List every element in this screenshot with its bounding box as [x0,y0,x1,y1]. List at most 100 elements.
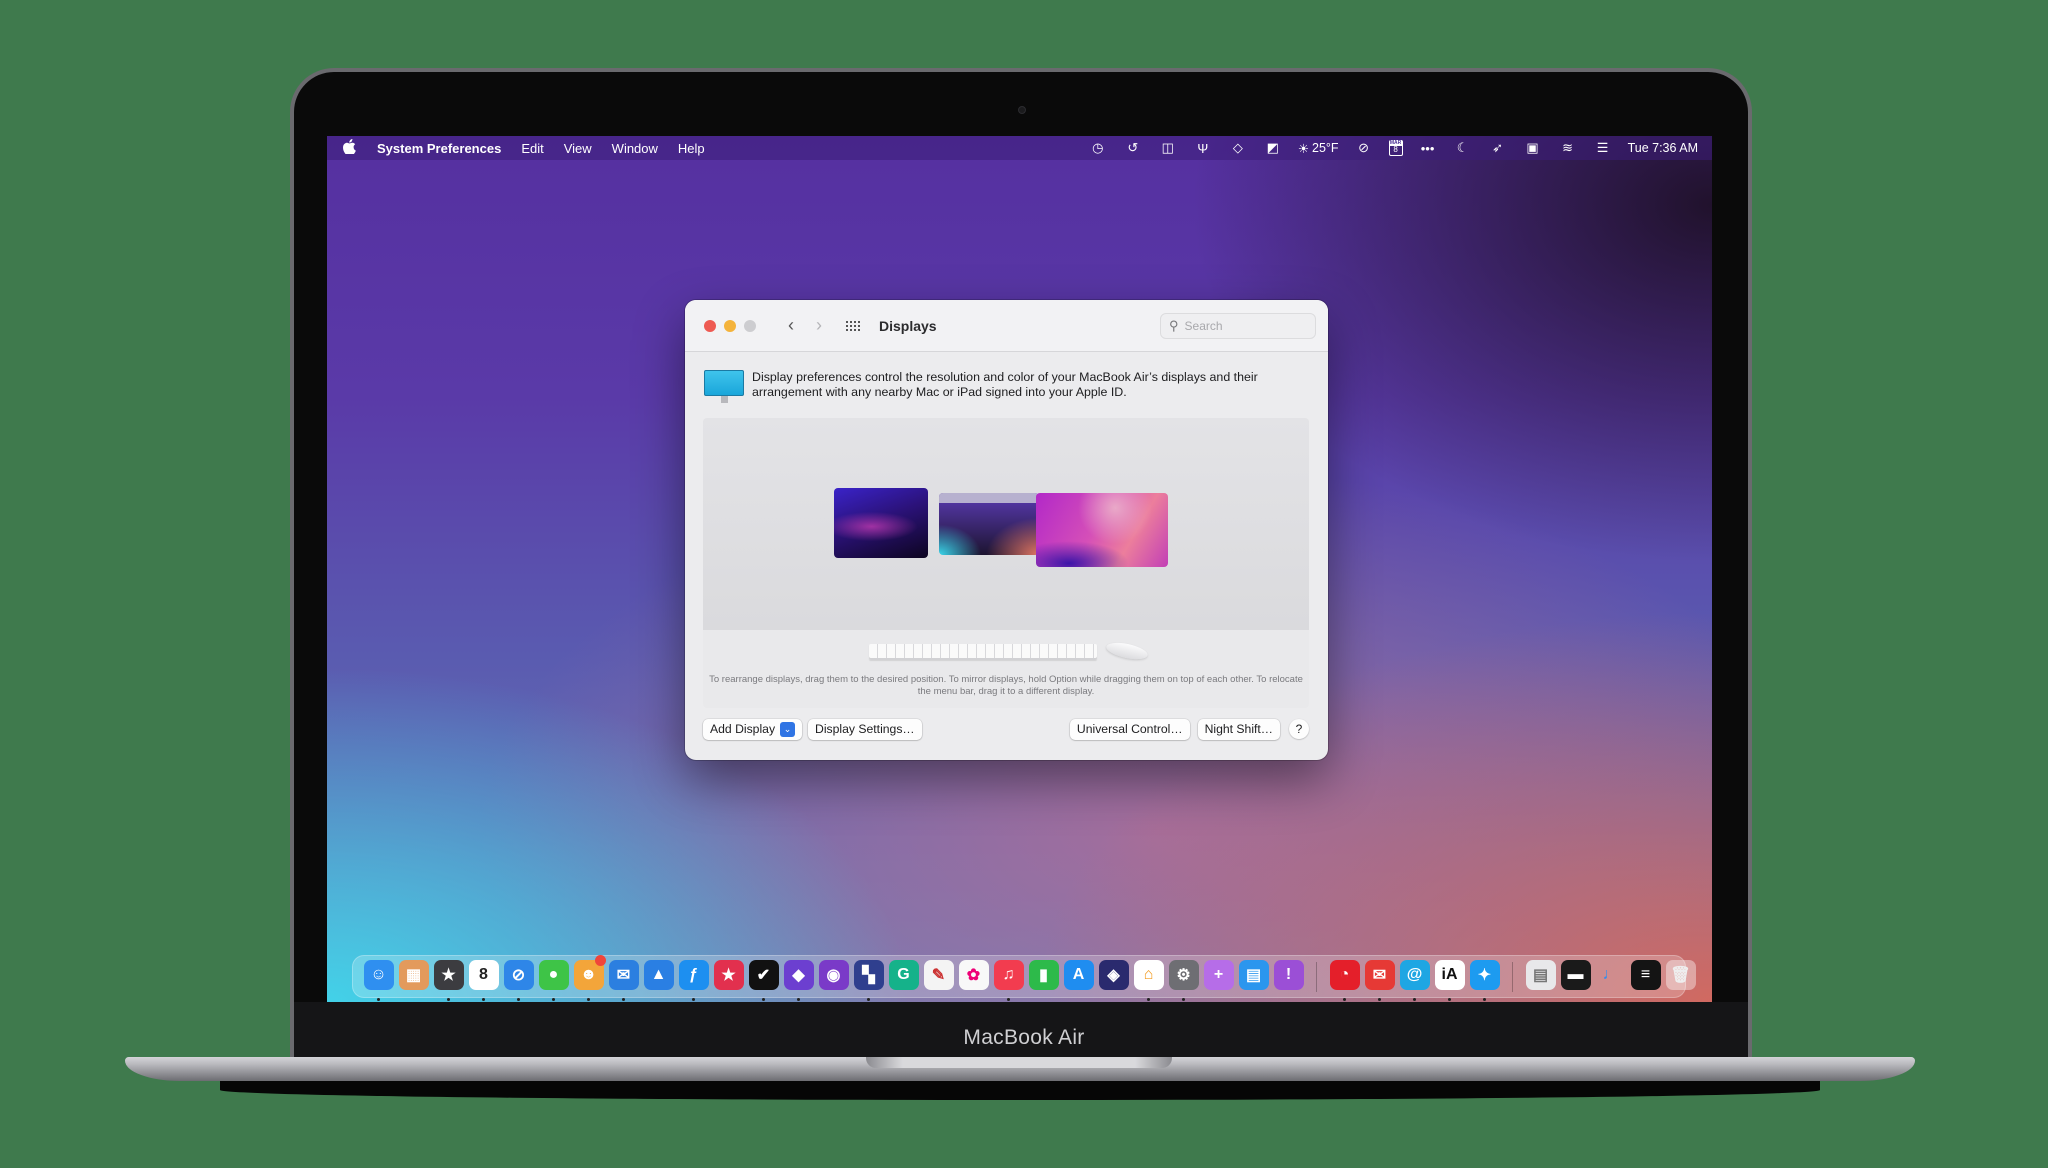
time-machine-icon[interactable]: ◷ [1088,140,1108,156]
dock-item-scrobbles[interactable]: @ [1397,959,1432,1001]
menu-app-icon[interactable]: ▣ [1523,140,1543,156]
peripheral-area: To rearrange displays, drag them to the … [703,630,1309,708]
menu-view[interactable]: View [564,141,592,156]
dock-item-music[interactable]: ♫ [991,959,1026,1001]
search-field[interactable]: ⚲ Search [1160,312,1316,339]
dock-item-discord[interactable]: ☻ [571,955,606,1001]
pixelmator-icon: ✎ [923,960,954,990]
title-bar: ‹ › Displays ⚲ Search [685,300,1328,352]
dock-item-finder[interactable]: ☺ [361,959,396,1001]
calendar-icon: 8 [468,960,499,990]
dock-item-messages[interactable]: ● [536,959,571,1001]
restore-icon[interactable]: ↺ [1123,140,1143,156]
safari-icon: ⊘ [503,960,534,990]
dock-item-pixelmator[interactable]: ✎ [921,959,956,994]
dock-item-goodlinks[interactable]: ★ [711,959,746,994]
dock-item-terminal-preview[interactable]: ▬ [1558,959,1593,994]
arrangement-hint: To rearrange displays, drag them to the … [709,674,1303,697]
dock-item-calendar[interactable]: 8 [466,959,501,1001]
back-icon[interactable]: ‹ [788,315,794,336]
menu-edit[interactable]: Edit [521,141,543,156]
display-settings-button[interactable]: Display Settings… [808,718,922,740]
dock-item-pages[interactable]: ▤ [1236,959,1271,994]
dock-item-ia-writer[interactable]: iA [1432,959,1467,1001]
photos-icon: ✿ [958,960,989,990]
calendar-day: 8 [1393,145,1398,154]
show-all-grid-icon[interactable] [846,319,862,333]
dock-item-trash[interactable]: 🗑 [1663,959,1698,994]
control-center-icon[interactable]: ☰ [1593,140,1613,156]
device-label: MacBook Air [963,1026,1085,1049]
usb-icon[interactable]: Ψ [1193,140,1213,156]
display-thumbnail-3[interactable] [1036,493,1168,567]
add-app-icon: + [1203,960,1234,990]
moon-icon[interactable]: ☾ [1453,140,1473,156]
dock-item-things[interactable]: ✔ [746,959,781,1001]
more-icon[interactable]: ••• [1418,140,1438,156]
craft-icon: ▚ [853,960,884,990]
menu-help[interactable]: Help [678,141,705,156]
dock-item-reeder[interactable]: ★ [431,959,466,1001]
add-display-button[interactable]: Add Display ⌄ [703,718,803,740]
forward-icon[interactable]: › [816,315,822,336]
dock-item-mail[interactable]: ✉ [606,959,641,1001]
dock-item-app-store[interactable]: A [1061,959,1096,994]
menu-clock[interactable]: Tue 7:36 AM [1628,141,1698,155]
dock-item-app-preview[interactable]: ♩ [1593,959,1628,994]
app-preview-icon: ♩ [1602,966,1619,983]
dock-item-cardhop[interactable]: ✉ [1362,959,1397,1001]
split-view-icon[interactable]: ◫ [1158,140,1178,156]
dock-item-document-preview[interactable]: ▤ [1523,959,1558,994]
dock-item-numbers[interactable]: ▮ [1026,959,1061,994]
dock-item-grammarly[interactable]: G [886,959,921,994]
menu-app-name[interactable]: System Preferences [377,141,501,156]
display-thumbnail-2[interactable] [939,493,1039,555]
apple-menu-icon[interactable] [341,138,357,158]
screenshot-icon[interactable]: ◩ [1263,140,1283,156]
dock-item-package[interactable]: ▦ [396,959,431,994]
display-thumbnail-1[interactable] [834,488,928,558]
dock-item-spark[interactable]: ▲ [641,959,676,994]
running-indicator [447,998,450,1001]
dock-item-photos[interactable]: ✿ [956,959,991,994]
dock-item-feather[interactable]: ƒ [676,959,711,1001]
music-icon: ♫ [993,960,1024,990]
check-circle-icon[interactable]: ⊘ [1354,140,1374,156]
dock-item-shortcuts[interactable]: ◈ [1096,959,1131,994]
terminal-preview-icon: ▬ [1560,960,1591,990]
package-icon: ▦ [398,960,429,990]
help-button[interactable]: ? [1289,719,1309,739]
calendar-icon[interactable]: MAR 8 [1388,140,1403,156]
display-monitor-icon [704,370,746,403]
dock-item-safari[interactable]: ⊘ [501,959,536,1001]
rocket-icon[interactable]: ➶ [1488,140,1508,156]
weather-temp: 25°F [1312,141,1339,155]
dock-item-github[interactable]: ◉ [816,959,851,994]
universal-control-button[interactable]: Universal Control… [1069,718,1190,740]
dock-item-timing[interactable]: ◔ [1327,959,1362,1001]
menu-bar-indicator[interactable] [939,493,1039,503]
cardhop-icon: ✉ [1364,960,1395,990]
dock-item-terminal-window[interactable]: ≡ [1628,959,1663,994]
minimize-button[interactable] [724,319,736,332]
wifi-icon[interactable]: ≋ [1558,140,1578,156]
night-shift-button[interactable]: Night Shift… [1197,718,1280,740]
zoom-button[interactable] [744,319,756,332]
running-indicator [1182,998,1185,1001]
dock-item-add-app[interactable]: + [1201,959,1236,994]
dock-item-feedback[interactable]: ! [1271,959,1306,994]
running-indicator [482,998,485,1001]
menu-window[interactable]: Window [612,141,658,156]
dock-item-home[interactable]: ⌂ [1131,959,1166,1001]
close-button[interactable] [704,319,716,332]
trash-icon: 🗑 [1665,960,1696,990]
dock-item-twitter[interactable]: ✦ [1467,959,1502,1001]
running-indicator [1413,998,1416,1001]
dock-separator [1316,961,1317,992]
dock-item-craft[interactable]: ▚ [851,959,886,1001]
layers-icon[interactable]: ◇ [1228,140,1248,156]
dock-item-obsidian[interactable]: ◆ [781,959,816,1001]
dock-item-system-preferences[interactable]: ⚙ [1166,959,1201,1001]
weather-widget[interactable]: ☀ 25°F [1298,141,1339,156]
display-arrangement-area[interactable] [703,418,1309,630]
